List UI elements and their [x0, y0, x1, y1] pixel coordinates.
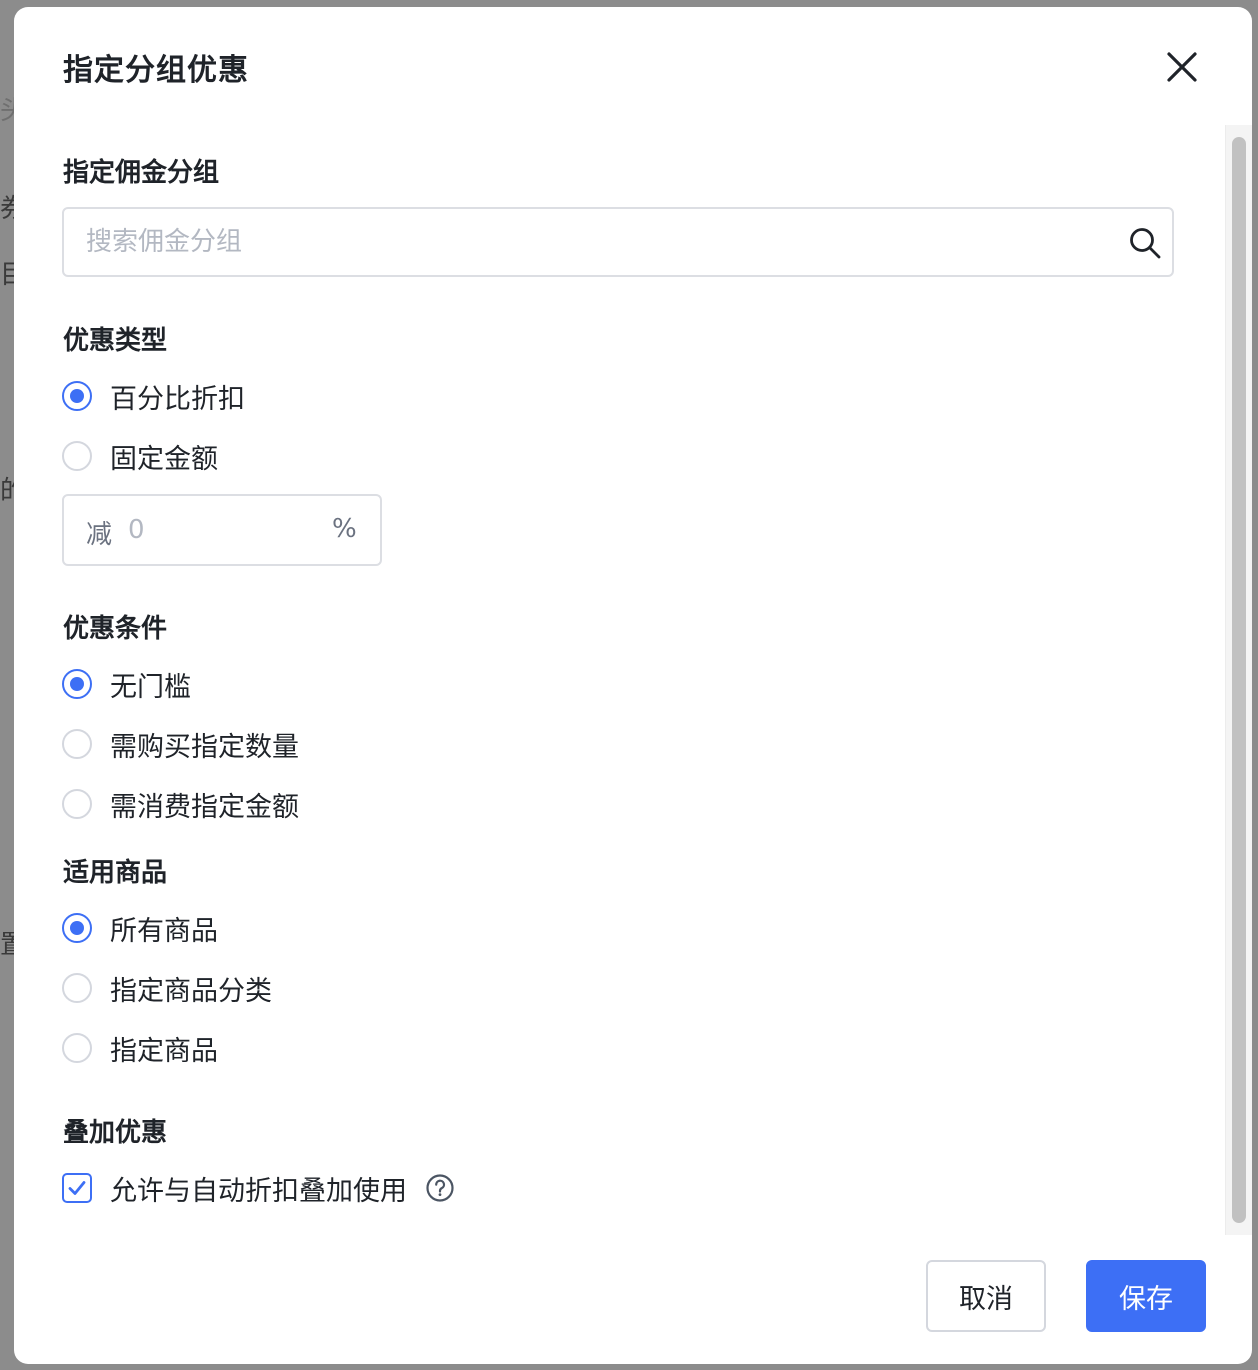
radio-button[interactable]	[62, 729, 92, 759]
stacking-option: 允许与自动折扣叠加使用	[62, 1168, 455, 1208]
applicable-products-label: 适用商品	[63, 858, 168, 888]
radio-label: 固定金额	[110, 443, 218, 475]
search-icon[interactable]	[1128, 226, 1162, 260]
radio-label: 指定商品	[110, 1035, 218, 1067]
radio-label: 需消费指定金额	[110, 791, 299, 823]
discount-type-option-percentage[interactable]: 百分比折扣	[62, 376, 245, 416]
dialog-title: 指定分组优惠	[63, 53, 249, 88]
discount-type-option-fixed[interactable]: 固定金额	[62, 436, 218, 476]
radio-button[interactable]	[62, 381, 92, 411]
close-button[interactable]	[1164, 49, 1200, 85]
radio-button[interactable]	[62, 973, 92, 1003]
stacking-checkbox-label[interactable]: 允许与自动折扣叠加使用	[110, 1169, 407, 1208]
radio-label: 指定商品分类	[110, 975, 272, 1007]
stacking-checkbox[interactable]	[62, 1173, 92, 1203]
commission-group-search-input[interactable]	[86, 209, 1086, 275]
scrollbar-thumb[interactable]	[1232, 137, 1246, 1223]
discount-type-label: 优惠类型	[63, 326, 168, 356]
group-discount-dialog: 指定分组优惠 指定佣金分组 优惠类型 百分比折扣 固定金额 减 % 优惠条件 无…	[14, 7, 1252, 1364]
radio-button[interactable]	[62, 669, 92, 699]
radio-label: 百分比折扣	[110, 383, 245, 415]
products-option-category[interactable]: 指定商品分类	[62, 968, 272, 1008]
discount-amount-field: 减 %	[62, 494, 382, 566]
condition-option-min-quantity[interactable]: 需购买指定数量	[62, 724, 299, 764]
scrollbar[interactable]	[1225, 125, 1252, 1235]
close-icon	[1167, 52, 1197, 82]
save-button[interactable]: 保存	[1086, 1260, 1206, 1332]
amount-prefix: 减	[86, 520, 113, 550]
discount-amount-input[interactable]	[128, 496, 308, 564]
radio-button[interactable]	[62, 789, 92, 819]
stacking-label: 叠加优惠	[63, 1118, 168, 1148]
check-icon	[68, 1181, 86, 1195]
dialog-body	[14, 125, 1252, 1235]
condition-option-min-amount[interactable]: 需消费指定金额	[62, 784, 299, 824]
commission-group-search	[62, 207, 1174, 277]
amount-suffix: %	[332, 514, 357, 544]
condition-option-no-threshold[interactable]: 无门槛	[62, 664, 191, 704]
radio-label: 需购买指定数量	[110, 731, 299, 763]
discount-condition-label: 优惠条件	[63, 614, 168, 644]
question-circle-icon[interactable]	[425, 1173, 455, 1203]
products-option-specific[interactable]: 指定商品	[62, 1028, 218, 1068]
radio-button[interactable]	[62, 913, 92, 943]
products-option-all[interactable]: 所有商品	[62, 908, 218, 948]
radio-label: 无门槛	[110, 671, 191, 703]
radio-label: 所有商品	[110, 915, 218, 947]
radio-button[interactable]	[62, 441, 92, 471]
commission-group-label: 指定佣金分组	[63, 158, 220, 188]
cancel-button[interactable]: 取消	[926, 1260, 1046, 1332]
radio-button[interactable]	[62, 1033, 92, 1063]
